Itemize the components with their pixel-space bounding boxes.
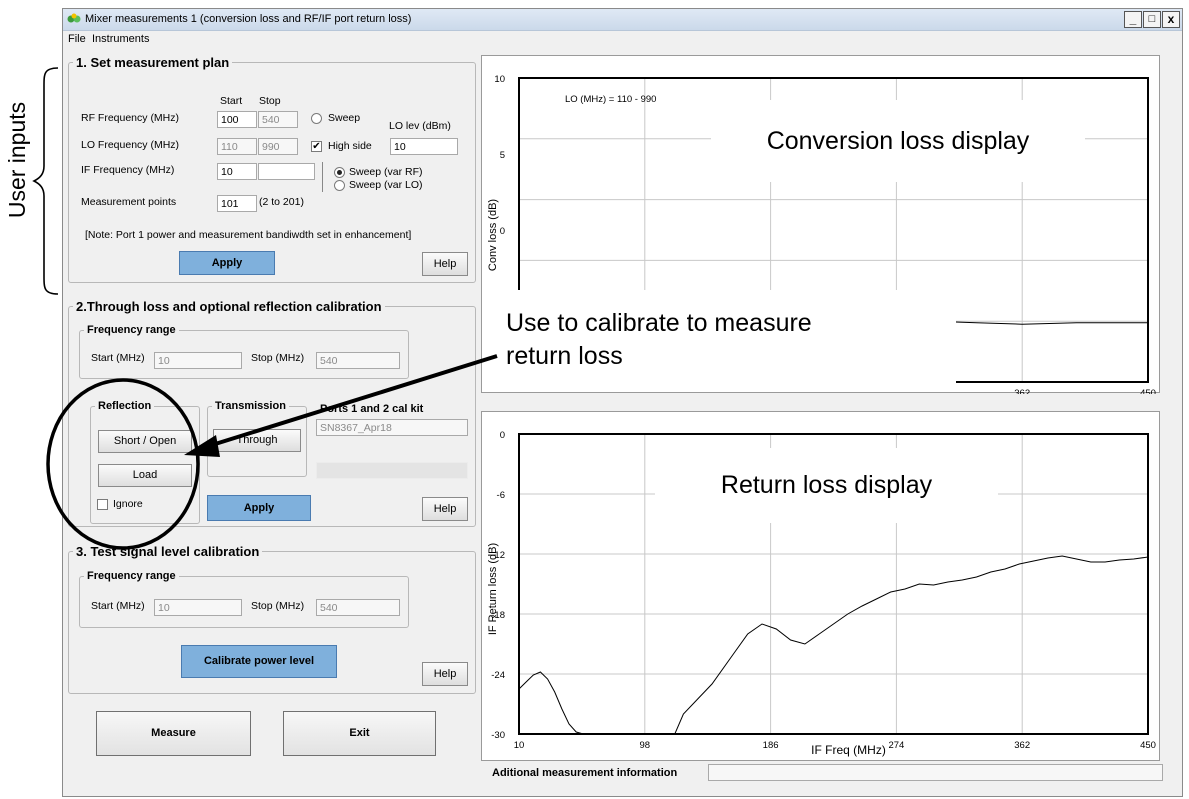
annotation-overlay	[46, 354, 498, 550]
reflection-highlight-ellipse	[46, 378, 200, 550]
callout-arrow-head	[184, 435, 220, 457]
callout-arrow-line	[211, 354, 498, 447]
